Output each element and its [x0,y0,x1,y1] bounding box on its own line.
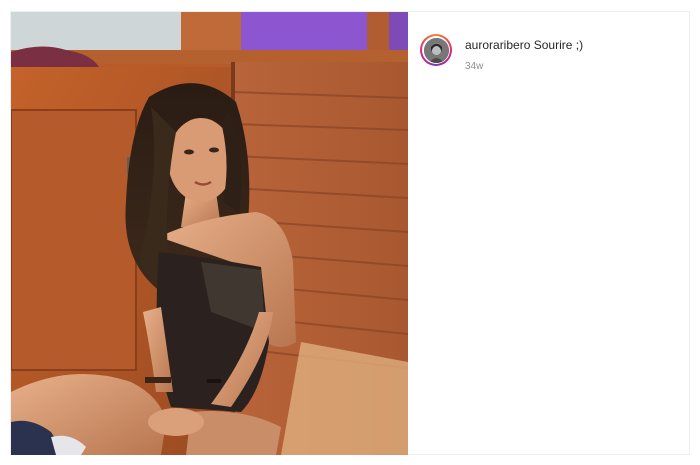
caption-text: Sourire ;) [533,38,584,52]
viewport: auroraribero Sourire ;) 34w [0,0,700,465]
avatar-image [423,37,449,63]
post-photo[interactable] [11,12,408,455]
post-sidebar: auroraribero Sourire ;) 34w [408,12,689,454]
avatar[interactable] [420,34,452,66]
username-link[interactable]: auroraribero [465,38,530,52]
photo-illustration [11,12,408,455]
caption-row: auroraribero Sourire ;) 34w [420,34,583,72]
post-modal: auroraribero Sourire ;) 34w [10,11,690,455]
caption-line: auroraribero Sourire ;) [465,37,583,53]
post-time[interactable]: 34w [465,61,583,72]
avatar-illustration [423,37,449,63]
avatar-border [422,36,450,64]
caption-block: auroraribero Sourire ;) 34w [465,37,583,72]
